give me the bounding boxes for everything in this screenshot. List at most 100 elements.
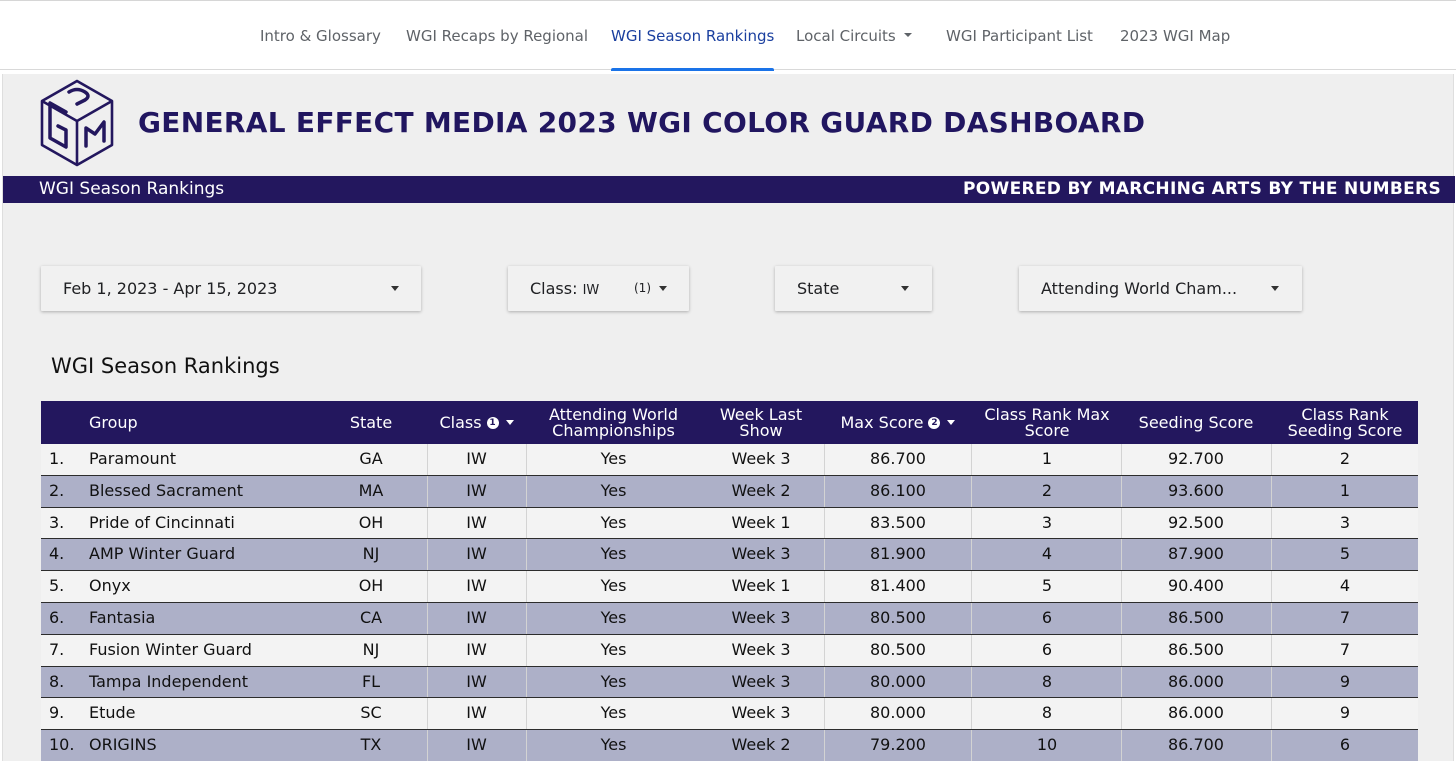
column-header-seeding-score[interactable]: Seeding Score	[1123, 401, 1269, 444]
class-filter-count: (1)	[634, 281, 651, 295]
column-header-max-score[interactable]: Max Score 2	[824, 401, 972, 444]
section-title: WGI Season Rankings	[51, 354, 280, 378]
cell-class-rank-max: 3	[1041, 512, 1053, 532]
cell-max-score: 80.500	[870, 639, 926, 659]
top-nav: Intro & Glossary WGI Recaps by Regional …	[0, 0, 1456, 71]
column-header-class[interactable]: Class 1	[427, 401, 526, 444]
column-divider	[1271, 730, 1272, 761]
cell-class: IW	[466, 639, 487, 659]
nav-tab-intro-glossary[interactable]: Intro & Glossary	[260, 1, 381, 71]
cell-week: Week 3	[731, 671, 791, 691]
table-row[interactable]: 1. Paramount GA IW Yes Week 3 86.700 1 92.700 2	[41, 444, 1418, 476]
cell-attending: Yes	[600, 449, 627, 468]
cell-class-rank-seeding: 4	[1339, 576, 1351, 596]
info-icon[interactable]: 1	[486, 416, 499, 429]
cell-group: Blessed Sacrament	[89, 480, 244, 500]
cell-state: NJ	[362, 544, 380, 564]
column-divider	[1121, 730, 1122, 761]
cell-attending: Yes	[600, 639, 627, 659]
table-row[interactable]: 8. Tampa Independent FL IW Yes Week 3 80.000 8 8…	[41, 666, 1418, 699]
cell-attending: Yes	[600, 671, 627, 691]
column-header-attending[interactable]: Attending World Championships	[526, 401, 701, 444]
cell-class-rank-seeding: 2	[1339, 449, 1351, 468]
cell-class-rank-seeding: 6	[1339, 735, 1351, 755]
column-divider	[1121, 602, 1122, 634]
cell-state: OH	[358, 576, 384, 596]
column-header-week-last-show[interactable]: Week Last Show	[711, 401, 811, 444]
cell-week: Week 3	[731, 639, 791, 659]
column-header-class-rank-seeding-score[interactable]: Class Rank Seeding Score	[1273, 401, 1417, 444]
class-filter[interactable]: Class: IW (1)	[508, 266, 689, 311]
state-filter[interactable]: State	[775, 266, 932, 311]
cell-state: TX	[360, 735, 382, 755]
cell-class-rank-seeding: 1	[1339, 480, 1351, 500]
column-header-group[interactable]: Group	[89, 401, 289, 444]
column-divider	[1271, 666, 1272, 698]
cell-rank: 5.	[49, 576, 65, 596]
cell-max-score: 80.000	[870, 703, 926, 723]
nav-tab-recaps-by-regional[interactable]: WGI Recaps by Regional	[406, 1, 588, 71]
attending-world-championships-filter[interactable]: Attending World Cham...	[1019, 266, 1302, 311]
table-row[interactable]: 5. Onyx OH IW Yes Week 1 81.400 5 90.400 4	[41, 571, 1418, 603]
column-divider	[1121, 444, 1122, 475]
cell-group: Fusion Winter Guard	[89, 639, 252, 659]
cell-class-rank-max: 2	[1041, 480, 1053, 500]
cell-class-rank-max: 6	[1041, 639, 1053, 659]
cell-class-rank-max: 8	[1041, 671, 1053, 691]
sort-descending-icon[interactable]	[505, 420, 514, 425]
cell-rank: 8.	[49, 671, 65, 691]
sort-descending-icon[interactable]	[947, 420, 956, 425]
cell-max-score: 86.100	[870, 480, 926, 500]
cell-max-score: 81.400	[870, 576, 926, 596]
nav-tab-local-circuits[interactable]: Local Circuits	[796, 1, 912, 71]
chevron-down-icon	[659, 286, 667, 291]
info-icon[interactable]: 2	[928, 416, 941, 429]
cell-rank: 4.	[49, 544, 65, 564]
cell-week: Week 3	[731, 449, 791, 468]
cell-group: Tampa Independent	[89, 671, 248, 691]
table-row[interactable]: 6. Fantasia CA IW Yes Week 3 80.500 6 86.500 7	[41, 602, 1418, 635]
cell-class-rank-max: 10	[1036, 735, 1058, 755]
table-row[interactable]: 9. Etude SC IW Yes Week 3 80.000 8 86.000 9	[41, 698, 1418, 731]
cell-attending: Yes	[600, 544, 627, 564]
cell-attending: Yes	[600, 512, 627, 532]
attending-filter-label: Attending World Cham...	[1041, 279, 1238, 298]
active-tab-indicator	[611, 68, 775, 71]
table-row[interactable]: 10. ORIGINS TX IW Yes Week 2 79.200 10 86.700 6	[41, 730, 1418, 761]
column-divider	[1271, 539, 1272, 571]
table-row[interactable]: 2. Blessed Sacrament MA IW Yes Week 2 86.100 2 9…	[41, 475, 1418, 508]
cell-attending: Yes	[600, 607, 627, 627]
column-divider	[1271, 634, 1272, 666]
cell-max-score: 79.200	[870, 735, 926, 755]
cell-class: IW	[466, 735, 487, 755]
nav-tab-season-rankings[interactable]: WGI Season Rankings	[611, 1, 775, 71]
cell-class-rank-seeding: 7	[1339, 607, 1351, 627]
cell-attending: Yes	[600, 576, 627, 596]
column-divider	[1271, 444, 1272, 475]
date-range-filter[interactable]: Feb 1, 2023 - Apr 15, 2023	[41, 266, 421, 311]
table-row[interactable]: 7. Fusion Winter Guard NJ IW Yes Week 3 80.500…	[41, 634, 1418, 667]
table-row[interactable]: 4. AMP Winter Guard NJ IW Yes Week 3 81.900 4 87…	[41, 539, 1418, 572]
column-header-state[interactable]: State	[331, 401, 411, 444]
cell-seeding-score: 93.600	[1168, 480, 1224, 500]
cell-class-rank-seeding: 5	[1339, 544, 1351, 564]
column-header-class-rank-max-score[interactable]: Class Rank Max Score	[977, 401, 1117, 444]
cell-seeding-score: 87.900	[1168, 544, 1224, 564]
cell-state: CA	[359, 607, 383, 627]
chevron-down-icon	[391, 286, 399, 291]
cell-class: IW	[466, 480, 487, 500]
cell-class: IW	[466, 607, 487, 627]
date-range-label: Feb 1, 2023 - Apr 15, 2023	[63, 279, 278, 298]
table-row[interactable]: 3. Pride of Cincinnati OH IW Yes Week 1 83.500…	[41, 507, 1418, 540]
cell-rank: 7.	[49, 639, 65, 659]
nav-tab-wgi-map[interactable]: 2023 WGI Map	[1120, 1, 1230, 71]
cell-week: Week 2	[731, 735, 791, 755]
cell-max-score: 83.500	[870, 512, 926, 532]
chevron-down-icon	[901, 286, 909, 291]
cell-rank: 9.	[49, 703, 65, 723]
cell-seeding-score: 86.500	[1168, 639, 1224, 659]
page-title: GENERAL EFFECT MEDIA 2023 WGI COLOR GUAR…	[138, 106, 1146, 139]
nav-tab-participant-list[interactable]: WGI Participant List	[946, 1, 1093, 71]
column-divider	[1121, 698, 1122, 730]
cell-group: Etude	[89, 703, 136, 723]
